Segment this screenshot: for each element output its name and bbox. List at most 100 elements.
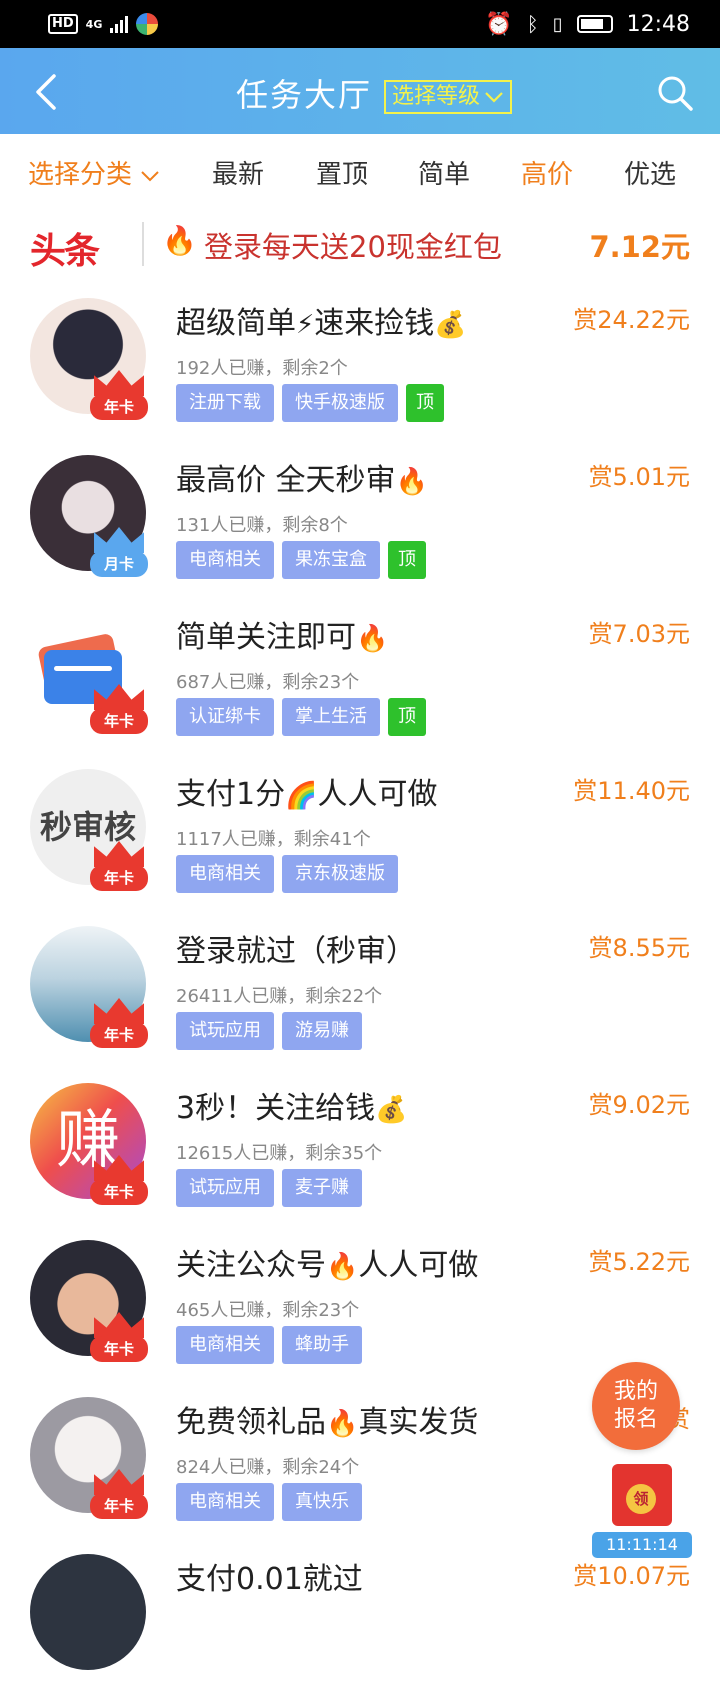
pinned-badge: 顶	[406, 384, 444, 422]
divider	[142, 222, 144, 266]
task-title: 支付1分🌈人人可做	[176, 769, 437, 813]
task-tag: 游易赚	[282, 1012, 362, 1050]
crown-icon	[94, 684, 144, 710]
app-logo-icon	[136, 13, 159, 35]
headline-logo: 头条	[30, 231, 100, 272]
hd-indicator: HD	[48, 14, 78, 34]
task-stats: 192人已赚，剩余2个	[176, 358, 348, 379]
task-tags: 注册下载 快手极速版顶	[176, 384, 444, 422]
tab-preferred[interactable]: 优选	[624, 154, 676, 191]
task-title-suffix: 速来捡钱	[314, 306, 435, 341]
task-tag: 果冻宝盒	[282, 541, 380, 579]
crown-icon	[94, 1312, 144, 1338]
tab-latest[interactable]: 最新	[212, 154, 264, 191]
task-tag: 快手极速版	[282, 384, 398, 422]
membership-badge: 年卡	[90, 998, 148, 1050]
task-row[interactable]: 赚年卡 3秒！关注给钱💰 12615人已赚，剩余35个 试玩应用 麦子赚 赏9.02元	[0, 1069, 720, 1229]
level-select-dropdown[interactable]: 选择等级	[384, 80, 513, 114]
tab-label: 选择分类	[28, 160, 133, 190]
emoji-icon: 🔥	[326, 1408, 359, 1439]
task-title-text: 关注公众号	[176, 1248, 326, 1283]
task-tags: 电商相关 京东极速版	[176, 855, 398, 893]
red-packet-widget[interactable]: 领 11:11:14	[586, 1464, 696, 1564]
task-title: 关注公众号🔥人人可做	[176, 1240, 478, 1284]
task-tag: 蜂助手	[282, 1326, 362, 1364]
task-row[interactable]: 支付0.01就过 赏10.07元	[0, 1540, 720, 1700]
crown-icon	[94, 1155, 144, 1181]
task-reward: 赏7.03元	[588, 620, 690, 648]
task-row[interactable]: 年卡 关注公众号🔥人人可做 465人已赚，剩余23个 电商相关 蜂助手 赏5.22元	[0, 1226, 720, 1386]
headline-banner[interactable]: 头条 🔥 登录每天送20现金红包 7.12元	[0, 208, 720, 282]
task-tag: 注册下载	[176, 384, 274, 422]
chevron-left-icon[interactable]	[30, 72, 66, 112]
category-tabs: 选择分类 最新 置顶 简单 高价 优选	[0, 134, 720, 208]
my-signup-button[interactable]: 我的报名	[592, 1362, 680, 1450]
badge-label: 年卡	[90, 865, 148, 891]
headline-text: 登录每天送20现金红包	[204, 230, 502, 264]
task-title-suffix: 人人可做	[317, 777, 438, 812]
task-stats: 131人已赚，剩余8个	[176, 515, 348, 536]
task-stats: 824人已赚，剩余24个	[176, 1457, 360, 1478]
status-right: ⏰ ᛒ ▯ 12:48	[485, 12, 690, 37]
task-row[interactable]: 年卡 简单关注即可🔥 687人已赚，剩余23个 认证绑卡 掌上生活顶 赏7.03元	[0, 598, 720, 758]
task-reward: 赏8.55元	[588, 934, 690, 962]
emoji-icon: 🔥	[395, 466, 428, 497]
badge-label: 年卡	[90, 1493, 148, 1519]
task-title-text: 登录就过（秒审）	[176, 934, 416, 969]
chevron-down-icon	[485, 92, 503, 103]
badge-label: 年卡	[90, 394, 148, 420]
task-tags: 电商相关 果冻宝盒顶	[176, 541, 426, 579]
task-title: 免费领礼品🔥真实发货	[176, 1397, 478, 1441]
crown-icon	[94, 841, 144, 867]
task-title: 支付0.01就过	[176, 1554, 363, 1598]
top-header: 任务大厅 选择等级	[0, 48, 720, 134]
task-tag: 电商相关	[176, 855, 274, 893]
membership-badge: 月卡	[90, 527, 148, 579]
clock: 12:48	[626, 11, 690, 37]
task-stats: 687人已赚，剩余23个	[176, 672, 360, 693]
task-row[interactable]: 月卡 最高价 全天秒审🔥 131人已赚，剩余8个 电商相关 果冻宝盒顶 赏5.01元	[0, 441, 720, 601]
badge-label: 年卡	[90, 708, 148, 734]
tab-select-category[interactable]: 选择分类	[28, 154, 160, 191]
task-tag: 电商相关	[176, 541, 274, 579]
vibrate-icon: ▯	[552, 13, 563, 35]
task-reward: 赏5.22元	[588, 1248, 690, 1276]
coin-icon: 领	[626, 1484, 656, 1514]
task-title-text: 支付1分	[176, 777, 286, 812]
task-title-text: 支付0.01就过	[176, 1562, 363, 1597]
membership-badge: 年卡	[90, 1469, 148, 1521]
membership-badge: 年卡	[90, 1312, 148, 1364]
signal-icon	[110, 15, 129, 33]
task-row[interactable]: 年卡 超级简单⚡速来捡钱💰 192人已赚，剩余2个 注册下载 快手极速版顶 赏24.22元	[0, 284, 720, 444]
task-title-text: 简单关注即可	[176, 620, 356, 655]
tab-simple[interactable]: 简单	[418, 154, 470, 191]
task-tag: 试玩应用	[176, 1169, 274, 1207]
emoji-icon: 💰	[375, 1094, 408, 1125]
membership-badge: 年卡	[90, 841, 148, 893]
task-title-text: 免费领礼品	[176, 1405, 326, 1440]
membership-badge: 年卡	[90, 1155, 148, 1207]
bluetooth-icon: ᛒ	[526, 12, 539, 36]
task-tags: 试玩应用 游易赚	[176, 1012, 362, 1050]
card-stripe	[54, 666, 112, 671]
emoji-icon: 🌈	[285, 780, 318, 811]
task-stats: 26411人已赚，剩余22个	[176, 986, 383, 1007]
task-row[interactable]: 年卡 登录就过（秒审） 26411人已赚，剩余22个试玩应用 游易赚 赏8.55元	[0, 912, 720, 1072]
tab-high-price[interactable]: 高价	[521, 154, 573, 191]
search-icon[interactable]	[656, 74, 694, 112]
my-signup-label: 我的报名	[613, 1379, 658, 1432]
task-tags: 认证绑卡 掌上生活顶	[176, 698, 426, 736]
alarm-icon: ⏰	[485, 11, 513, 37]
money-bag-icon: 💰	[434, 309, 467, 340]
task-title-text: 3秒！关注给钱	[176, 1091, 376, 1126]
task-title-text: 最高价 全天秒审	[176, 463, 396, 498]
task-row[interactable]: 秒审核 年卡 支付1分🌈人人可做 1117人已赚，剩余41个 电商相关 京东极速版 赏11.…	[0, 755, 720, 915]
task-title-suffix: 真实发货	[358, 1405, 479, 1440]
task-tag: 掌上生活	[282, 698, 380, 736]
crown-icon	[94, 1469, 144, 1495]
battery-icon	[576, 15, 613, 33]
tab-pinned[interactable]: 置顶	[316, 154, 368, 191]
task-stats: 465人已赚，剩余23个	[176, 1300, 360, 1321]
pinned-badge: 顶	[388, 698, 426, 736]
status-left: HD 4G	[48, 13, 159, 35]
